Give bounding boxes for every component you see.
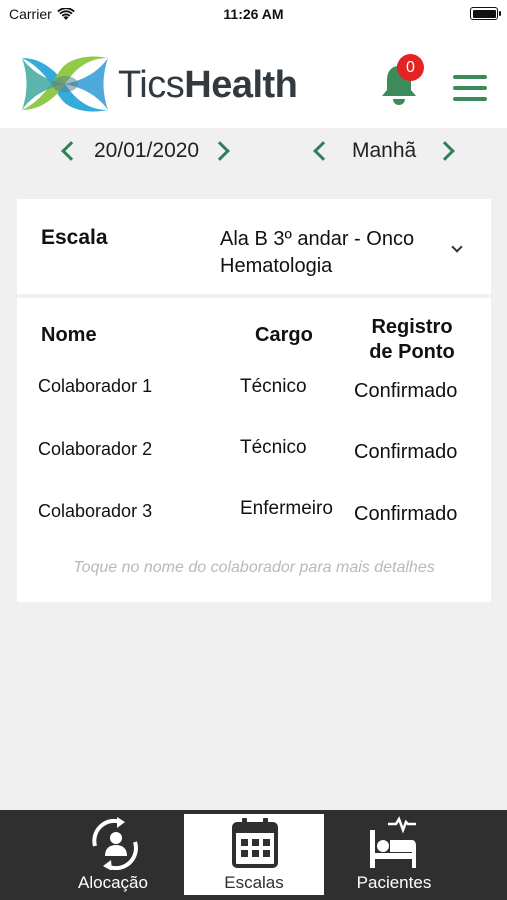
column-header-cargo: Cargo: [255, 324, 313, 346]
attendance-status: Confirmado: [354, 503, 458, 525]
tab-escalas[interactable]: Escalas: [184, 814, 324, 895]
patient-bed-icon: [370, 816, 416, 868]
ticshealth-logo-icon: [22, 56, 108, 112]
attendance-status: Confirmado: [354, 380, 458, 402]
shift-next-button[interactable]: [432, 136, 458, 166]
status-bar: Carrier 11:26 AM: [0, 0, 507, 28]
calendar-icon: [232, 818, 278, 868]
date-prev-button[interactable]: [58, 136, 84, 166]
allocation-icon: [92, 817, 138, 870]
escala-card: Escala Ala B 3º andar - Onco Hematologia: [17, 199, 491, 294]
app-header: TicsHealth 0: [0, 28, 507, 128]
collaborator-role: Técnico: [240, 376, 307, 397]
tab-alocacao[interactable]: Alocação: [43, 814, 183, 895]
column-header-registro-line1: Registro: [371, 316, 453, 338]
shift-prev-button[interactable]: [310, 136, 336, 166]
column-header-registro-line2: de Ponto: [369, 341, 455, 363]
collaborator-role: Enfermeiro: [240, 498, 333, 519]
tab-escalas-label: Escalas: [224, 873, 284, 892]
brand-name-bold: Health: [184, 64, 298, 106]
date-next-button[interactable]: [207, 136, 233, 166]
escala-label: Escala: [41, 226, 108, 249]
tab-pacientes[interactable]: Pacientes: [324, 814, 464, 895]
chevron-right-icon: [210, 141, 231, 161]
shift-value: Manhã: [352, 139, 417, 162]
collaborator-name[interactable]: Colaborador 3: [38, 501, 152, 522]
notification-badge: 0: [397, 54, 424, 81]
brand-name-light: Tics: [118, 64, 185, 106]
hamburger-menu-icon[interactable]: [453, 75, 487, 101]
brand-name: TicsHealth: [118, 64, 298, 107]
status-time: 11:26 AM: [223, 6, 284, 22]
tab-pacientes-label: Pacientes: [356, 873, 432, 892]
shift-selector: Manhã: [310, 135, 458, 167]
date-selector: 20/01/2020: [58, 135, 233, 167]
collaborator-name[interactable]: Colaborador 2: [38, 439, 152, 460]
date-value: 20/01/2020: [94, 139, 200, 162]
chevron-left-icon: [61, 141, 81, 161]
column-header-registro: Registro de Ponto: [356, 315, 468, 365]
column-header-nome: Nome: [41, 324, 97, 346]
battery-icon: [470, 7, 501, 20]
escala-dropdown[interactable]: Ala B 3º andar - Onco Hematologia: [220, 226, 470, 280]
bottom-tab-bar: Alocação Escalas Pacientes: [0, 810, 507, 900]
tab-alocacao-label: Alocação: [78, 873, 148, 892]
chevron-right-icon: [435, 141, 456, 161]
attendance-status: Confirmado: [354, 441, 458, 463]
collaborator-role: Técnico: [240, 437, 307, 458]
staff-table: Nome Cargo Registro de Ponto Colaborador…: [17, 298, 491, 602]
table-hint: Toque no nome do colaborador para mais d…: [73, 559, 435, 576]
collaborator-name[interactable]: Colaborador 1: [38, 376, 152, 397]
chevron-left-icon: [313, 141, 333, 161]
